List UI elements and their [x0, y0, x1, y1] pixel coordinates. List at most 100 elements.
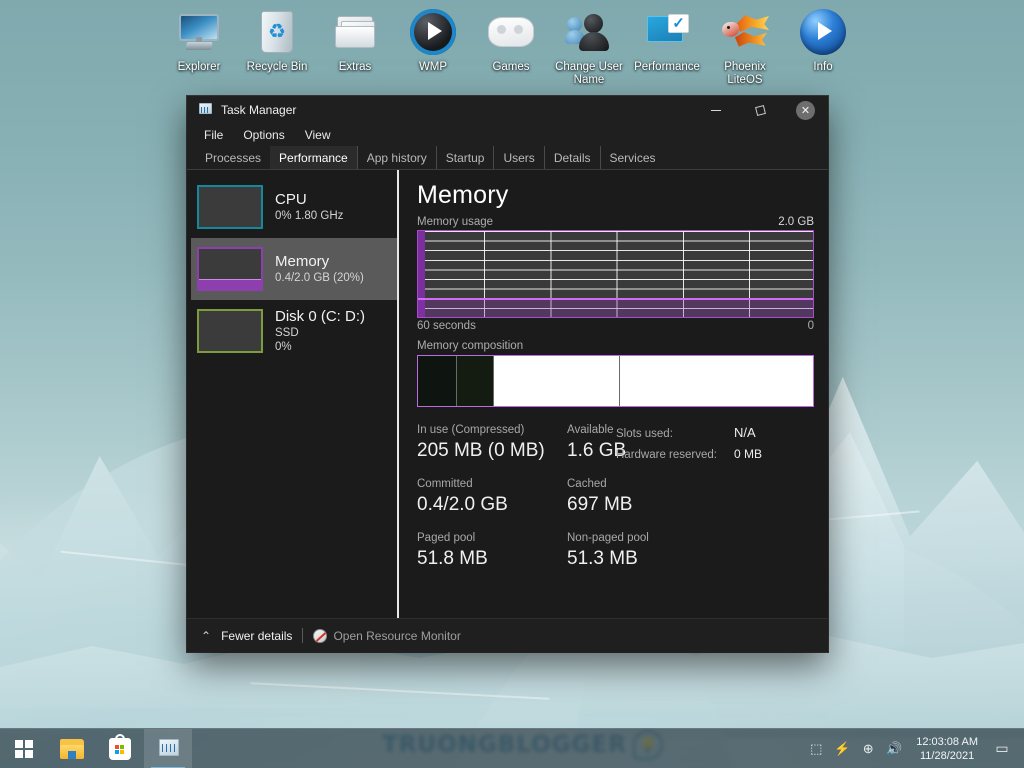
sidebar-item-sub: 0% 1.80 GHz — [275, 210, 344, 222]
tab-performance[interactable]: Performance — [270, 146, 357, 170]
performance-pane: CPU 0% 1.80 GHz Memory 0.4/2.0 GB (20%) — [187, 170, 828, 618]
desktop-icon-wmp[interactable]: WMP — [394, 4, 472, 87]
fewer-details-button[interactable]: Fewer details — [221, 629, 292, 643]
clock-time: 12:03:08 AM — [916, 735, 978, 748]
task-manager-button[interactable] — [144, 728, 192, 768]
action-center-button[interactable]: ▭ — [988, 729, 1016, 768]
slots-used-row: Slots used: N/A — [616, 423, 806, 444]
window-footer: ⌃ Fewer details Open Resource Monitor — [187, 618, 828, 652]
close-icon: ✕ — [796, 100, 815, 120]
desktop-icon-games[interactable]: Games — [472, 4, 550, 87]
desktop-icon-performance[interactable]: ✓ Performance — [628, 4, 706, 87]
stat-value-committed: 0.4/2.0 GB — [417, 494, 508, 515]
sidebar-item-disk[interactable]: Disk 0 (C: D:) SSD 0% — [191, 300, 397, 362]
desktop[interactable]: Explorer ♻ Recycle Bin Extras WMP Games — [0, 0, 1024, 768]
open-resource-monitor-link[interactable]: Open Resource Monitor — [313, 628, 461, 643]
stat-row-3: Paged pool 51.8 MB Non-paged pool 51.3 M… — [417, 531, 814, 571]
stat-value-non-paged-pool: 51.3 MB — [567, 548, 638, 569]
sidebar-item-sub: 0.4/2.0 GB (20%) — [275, 272, 364, 284]
minimize-button[interactable] — [693, 96, 738, 124]
chevron-up-icon: ⌃ — [201, 628, 212, 643]
desktop-icon-change-user-name[interactable]: Change User Name — [550, 4, 628, 87]
hidden-icons-button[interactable]: ⬚ — [804, 729, 828, 768]
stat-label-non-paged-pool: Non-paged pool — [567, 532, 649, 544]
memory-mini-graph — [197, 247, 263, 291]
hardware-reserved-label: Hardware reserved: — [616, 449, 717, 461]
sidebar-item-cpu[interactable]: CPU 0% 1.80 GHz — [191, 176, 397, 238]
sidebar-item-memory[interactable]: Memory 0.4/2.0 GB (20%) — [191, 238, 397, 300]
desktop-icon-label: Explorer — [177, 61, 221, 73]
composition-segment-modified — [455, 356, 494, 406]
menu-view[interactable]: View — [297, 126, 339, 144]
sidebar-item-label: Disk 0 (C: D:) — [275, 308, 365, 325]
desktop-icon-explorer[interactable]: Explorer — [160, 4, 238, 87]
cpu-mini-graph — [197, 185, 263, 229]
graph-usage-line — [418, 298, 813, 300]
memory-hardware-table: Slots used: N/A Hardware reserved: 0 MB — [616, 423, 806, 465]
task-manager-icon — [197, 103, 213, 117]
file-explorer-button[interactable] — [48, 729, 96, 768]
recycle-bin-icon: ♻ — [253, 8, 301, 56]
resource-list[interactable]: CPU 0% 1.80 GHz Memory 0.4/2.0 GB (20%) — [187, 170, 399, 618]
volume-icon[interactable]: 🔊 — [882, 729, 906, 768]
maximize-button[interactable] — [738, 96, 783, 124]
slots-used-value: N/A — [734, 425, 756, 440]
composition-segment-standby — [493, 356, 620, 406]
file-explorer-icon — [60, 738, 84, 759]
battery-charging-icon[interactable]: ⚡ — [830, 729, 854, 768]
computer-icon — [175, 8, 223, 56]
stat-label-paged-pool: Paged pool — [417, 532, 476, 544]
sidebar-item-sub-2: 0% — [275, 341, 292, 353]
menu-file[interactable]: File — [196, 126, 231, 144]
resource-monitor-label: Open Resource Monitor — [333, 628, 461, 643]
hardware-reserved-row: Hardware reserved: 0 MB — [616, 444, 806, 465]
stat-row-2: Committed 0.4/2.0 GB Cached 697 MB — [417, 477, 814, 517]
memory-composition-bar — [417, 355, 814, 407]
menu-options[interactable]: Options — [235, 126, 292, 144]
footer-divider — [302, 628, 304, 643]
page-title: Memory — [417, 181, 509, 209]
sidebar-item-label: Memory — [275, 253, 330, 270]
axis-label-right: 0 — [807, 320, 814, 332]
store-icon — [109, 733, 131, 760]
system-tray[interactable]: ⬚ ⚡ ⊕ 🔊 12:03:08 AM 11/28/2021 ▭ — [804, 729, 1024, 768]
desktop-icon-label: WMP — [418, 61, 448, 73]
desktop-icon-info[interactable]: Info — [784, 4, 862, 87]
composition-segment-free — [619, 356, 813, 406]
windows-logo-icon — [15, 739, 33, 758]
sidebar-item-sub: SSD — [275, 327, 299, 339]
desktop-icon-phoenix-liteos[interactable]: Phoenix LiteOS — [706, 4, 784, 87]
desktop-icon-extras[interactable]: Extras — [316, 4, 394, 87]
task-manager-window[interactable]: Task Manager ✕ File Options View Process… — [187, 96, 828, 652]
menu-bar[interactable]: File Options View — [187, 124, 828, 146]
stat-value-cached: 697 MB — [567, 494, 633, 515]
desktop-icon-label: Info — [813, 61, 833, 73]
tab-processes[interactable]: Processes — [196, 146, 270, 170]
graph-fill — [418, 300, 813, 317]
usage-graph-label: Memory usage — [417, 216, 494, 228]
tab-app-history[interactable]: App history — [356, 146, 436, 170]
desktop-icon-recycle-bin[interactable]: ♻ Recycle Bin — [238, 4, 316, 87]
tab-startup[interactable]: Startup — [435, 146, 494, 170]
network-disconnected-icon[interactable]: ⊕ — [856, 729, 880, 768]
desktop-icon-label: Change User Name — [555, 61, 623, 86]
tab-strip[interactable]: Processes Performance App history Startu… — [187, 146, 828, 170]
stat-label-committed: Committed — [417, 478, 473, 490]
gamepad-icon — [487, 8, 535, 56]
sidebar-item-label: CPU — [275, 191, 307, 208]
microsoft-store-button[interactable] — [96, 729, 144, 768]
start-button[interactable] — [0, 729, 48, 768]
tab-services[interactable]: Services — [599, 146, 665, 170]
stat-label-cached: Cached — [567, 478, 607, 490]
usage-graph-axis: 60 seconds 0 — [417, 320, 814, 332]
tab-users[interactable]: Users — [493, 146, 543, 170]
tab-details[interactable]: Details — [543, 146, 600, 170]
desktop-icon-label: Games — [492, 61, 530, 73]
taskbar[interactable]: ⬚ ⚡ ⊕ 🔊 12:03:08 AM 11/28/2021 ▭ — [0, 728, 1024, 768]
window-title: Task Manager — [221, 103, 297, 117]
clock-date: 11/28/2021 — [919, 749, 975, 762]
window-titlebar[interactable]: Task Manager ✕ — [187, 96, 828, 124]
close-button[interactable]: ✕ — [783, 96, 828, 124]
desktop-icon-label: Extras — [338, 61, 372, 73]
clock[interactable]: 12:03:08 AM 11/28/2021 — [908, 735, 986, 763]
